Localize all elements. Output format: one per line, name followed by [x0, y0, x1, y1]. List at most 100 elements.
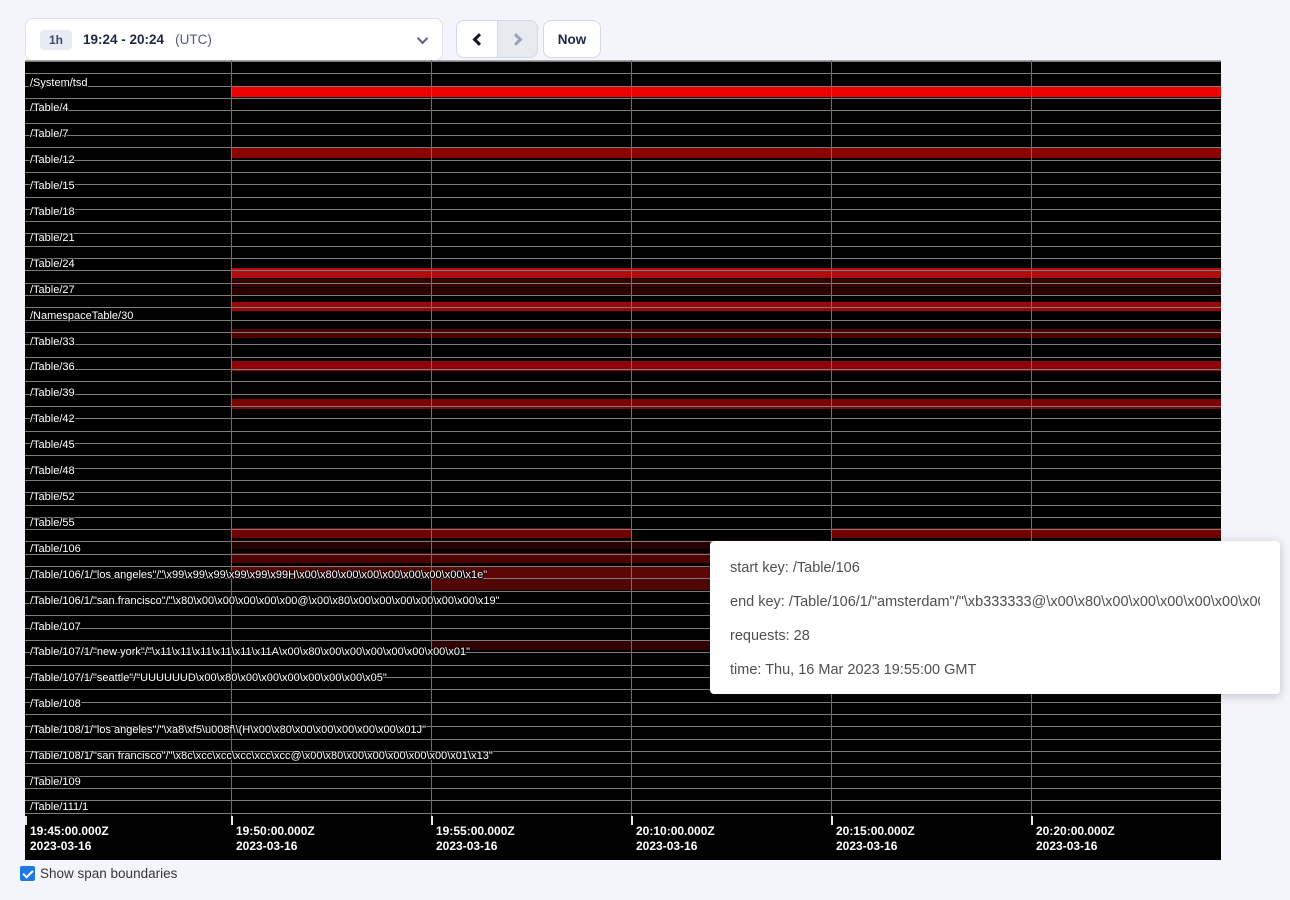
- range-timezone: (UTC): [175, 32, 212, 47]
- span-boundary-line: [25, 147, 1221, 148]
- span-boundary-line: [25, 197, 1221, 198]
- span-boundary-line: [25, 480, 1221, 481]
- row-label: /Table/24: [30, 258, 75, 270]
- span-boundary-line: [25, 714, 1221, 715]
- span-boundary-line: [25, 381, 1221, 382]
- row-label: /Table/39: [30, 387, 75, 399]
- show-span-boundaries-control[interactable]: Show span boundaries: [20, 866, 177, 881]
- row-label: /Table/27: [30, 284, 75, 296]
- row-label: /Table/106/1/"san francisco"/"\x80\x00\x…: [30, 595, 500, 607]
- row-label: /Table/42: [30, 413, 75, 425]
- tooltip-time: time: Thu, 16 Mar 2023 19:55:00 GMT: [730, 653, 1260, 687]
- axis-time-label: 19:50:00.000Z: [236, 824, 315, 838]
- row-label: /Table/48: [30, 465, 75, 477]
- span-boundary-line: [25, 320, 1221, 321]
- span-boundary-line: [25, 209, 1221, 210]
- prev-range-button[interactable]: [457, 21, 497, 57]
- axis-date-label: 2023-03-16: [436, 839, 497, 853]
- heatmap-band: [231, 329, 1221, 338]
- span-boundary-line: [25, 443, 1221, 444]
- axis-tick: [1031, 816, 1033, 825]
- row-label: /Table/109: [30, 776, 81, 788]
- heatmap-band: [231, 86, 1221, 97]
- row-label: /NamespaceTable/30: [30, 310, 133, 322]
- row-label: /Table/108/1/"san francisco"/"\x8c\xcc\x…: [30, 750, 493, 762]
- span-boundary-line: [25, 357, 1221, 358]
- span-boundary-line: [25, 455, 1221, 456]
- span-boundary-line: [25, 529, 1221, 530]
- next-range-button[interactable]: [497, 21, 537, 57]
- row-label: /Table/111/1: [30, 801, 88, 813]
- row-label: /Table/21: [30, 232, 75, 244]
- row-label: /Table/45: [30, 439, 75, 451]
- time-boundary-line: [231, 60, 232, 818]
- row-label: /Table/106/1/"los angeles"/"\x99\x99\x99…: [30, 569, 487, 581]
- axis-date-label: 2023-03-16: [1036, 839, 1097, 853]
- chevron-down-icon: [417, 32, 428, 43]
- span-boundary-line: [25, 61, 1221, 62]
- row-label: /Table/108/1/"los angeles"/"\xa8\xf5\u00…: [30, 724, 426, 736]
- axis-date-label: 2023-03-16: [236, 839, 297, 853]
- span-boundary-line: [25, 135, 1221, 136]
- time-boundary-line: [631, 60, 632, 818]
- axis-tick: [631, 816, 633, 825]
- span-boundary-line: [25, 221, 1221, 222]
- span-boundary-line: [25, 369, 1221, 370]
- span-boundary-line: [25, 160, 1221, 161]
- range-duration-badge: 1h: [40, 30, 72, 50]
- row-label: /Table/12: [30, 154, 75, 166]
- span-boundary-line: [25, 233, 1221, 234]
- span-boundary-line: [25, 98, 1221, 99]
- axis-time-label: 19:55:00.000Z: [436, 824, 515, 838]
- row-label: /Table/106: [30, 543, 81, 555]
- span-boundary-line: [25, 517, 1221, 518]
- span-boundary-line: [25, 468, 1221, 469]
- span-boundary-line: [25, 172, 1221, 173]
- span-boundary-line: [25, 246, 1221, 247]
- axis-tick: [831, 816, 833, 825]
- row-label: /Table/107/1/"seattle"/"UUUUUUD\x00\x80\…: [30, 672, 387, 684]
- hover-tooltip: start key: /Table/106 end key: /Table/10…: [710, 541, 1280, 694]
- span-boundary-line: [25, 702, 1221, 703]
- show-span-boundaries-label: Show span boundaries: [40, 866, 177, 881]
- heatmap-band: [231, 148, 1221, 158]
- span-boundary-line: [25, 295, 1221, 296]
- span-boundary-line: [25, 776, 1221, 777]
- row-label: /Table/52: [30, 491, 75, 503]
- axis-tick: [25, 816, 27, 825]
- span-boundary-line: [25, 307, 1221, 308]
- key-visualizer-page: 1h 19:24 - 20:24 (UTC) Now /System/tsd/T…: [0, 0, 1290, 900]
- span-boundary-line: [25, 73, 1221, 74]
- time-range-dropdown[interactable]: 1h 19:24 - 20:24 (UTC): [25, 18, 443, 61]
- time-boundary-line: [1031, 60, 1032, 818]
- heatmap-band: [231, 399, 1221, 409]
- span-boundary-line: [25, 184, 1221, 185]
- span-boundary-line: [25, 431, 1221, 432]
- row-label: /Table/36: [30, 361, 75, 373]
- span-boundary-line: [25, 406, 1221, 407]
- axis-time-label: 19:45:00.000Z: [30, 824, 109, 838]
- row-label: /System/tsd: [30, 77, 87, 89]
- heatmap-canvas[interactable]: /System/tsd/Table/4/Table/7/Table/12/Tab…: [25, 60, 1221, 860]
- chevron-right-icon: [510, 33, 523, 46]
- time-boundary-line: [431, 60, 432, 818]
- row-label: /Table/33: [30, 336, 75, 348]
- row-label: /Table/108: [30, 698, 81, 710]
- axis-date-label: 2023-03-16: [836, 839, 897, 853]
- span-boundary-line: [25, 394, 1221, 395]
- row-label: /Table/107: [30, 621, 81, 633]
- span-boundary-line: [25, 344, 1221, 345]
- span-boundary-line: [25, 332, 1221, 333]
- row-label: /Table/4: [30, 102, 69, 114]
- show-span-boundaries-checkbox[interactable]: [20, 866, 35, 881]
- span-boundary-line: [25, 763, 1221, 764]
- span-boundary-line: [25, 86, 1221, 87]
- span-boundary-line: [25, 813, 1221, 814]
- time-boundary-line: [831, 60, 832, 818]
- span-boundary-line: [25, 800, 1221, 801]
- span-boundary-line: [25, 492, 1221, 493]
- now-button[interactable]: Now: [543, 20, 601, 58]
- span-boundary-line: [25, 788, 1221, 789]
- axis-tick: [231, 816, 233, 825]
- row-label: /Table/18: [30, 206, 75, 218]
